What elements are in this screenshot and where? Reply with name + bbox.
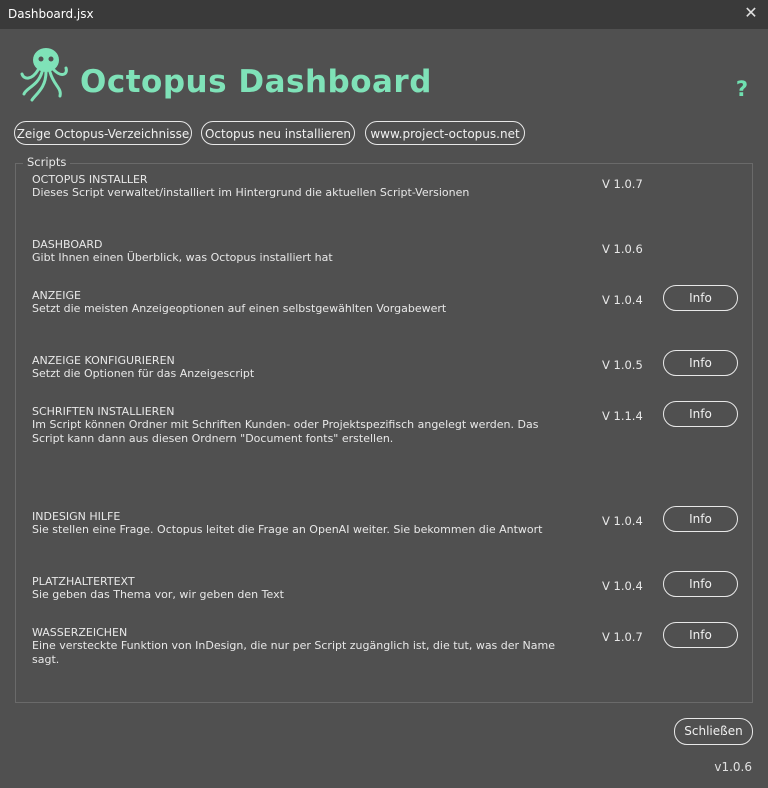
script-description: Gibt Ihnen einen Überblick, was Octopus … [32, 251, 333, 264]
script-version: V 1.1.4 [602, 409, 643, 423]
octopus-logo-icon [20, 48, 68, 102]
script-version: V 1.0.6 [602, 242, 643, 256]
info-button[interactable]: Info [663, 506, 738, 532]
reinstall-button[interactable]: Octopus neu installieren [201, 121, 355, 145]
script-version: V 1.0.4 [602, 293, 643, 307]
script-description: Sie stellen eine Frage. Octopus leitet d… [32, 523, 543, 536]
info-button[interactable]: Info [663, 350, 738, 376]
script-description: Dieses Script verwaltet/installiert im H… [32, 186, 470, 199]
script-version: V 1.0.5 [602, 358, 643, 372]
script-row-dashboard: DASHBOARD Gibt Ihnen einen Überblick, wa… [32, 238, 742, 265]
script-version: V 1.0.4 [602, 579, 643, 593]
script-description: Setzt die Optionen für das Anzeigescript [32, 367, 255, 380]
close-icon[interactable]: ✕ [742, 4, 760, 22]
website-link-button[interactable]: www.project-octopus.net [365, 121, 525, 145]
app-title: Octopus Dashboard [80, 64, 432, 100]
app-version-label: v1.0.6 [714, 760, 752, 774]
script-description: Setzt die meisten Anzeigeoptionen auf ei… [32, 302, 447, 315]
window-title: Dashboard.jsx [8, 7, 94, 21]
script-row-platzhaltertext: PLATZHALTERTEXT Sie geben das Thema vor,… [32, 571, 742, 602]
help-button[interactable]: ? [736, 77, 748, 101]
script-row-indesign-hilfe: INDESIGN HILFE Sie stellen eine Frage. O… [32, 506, 742, 537]
script-version: V 1.0.4 [602, 514, 643, 528]
window-titlebar: Dashboard.jsx ✕ [0, 0, 768, 29]
show-directories-button[interactable]: Zeige Octopus-Verzeichnisse [14, 121, 192, 145]
info-button[interactable]: Info [663, 401, 738, 427]
script-row-anzeige-konfigurieren: ANZEIGE KONFIGURIEREN Setzt die Optionen… [32, 350, 742, 381]
script-version: V 1.0.7 [602, 177, 643, 191]
script-row-anzeige: ANZEIGE Setzt die meisten Anzeigeoptione… [32, 285, 742, 316]
script-version: V 1.0.7 [602, 630, 643, 644]
info-button[interactable]: Info [663, 571, 738, 597]
info-button[interactable]: Info [663, 285, 738, 311]
scripts-panel-label: Scripts [23, 155, 71, 169]
info-button[interactable]: Info [663, 622, 738, 648]
script-description: Im Script können Ordner mit Schriften Ku… [32, 418, 539, 445]
script-description: Eine versteckte Funktion von InDesign, d… [32, 639, 556, 666]
script-row-schriften-installieren: SCHRIFTEN INSTALLIEREN Im Script können … [32, 401, 742, 446]
script-description: Sie geben das Thema vor, wir geben den T… [32, 588, 284, 601]
script-row-octopus-installer: OCTOPUS INSTALLER Dieses Script verwalte… [32, 173, 742, 200]
script-row-wasserzeichen: WASSERZEICHEN Eine versteckte Funktion v… [32, 622, 742, 667]
close-button[interactable]: Schließen [674, 718, 753, 745]
